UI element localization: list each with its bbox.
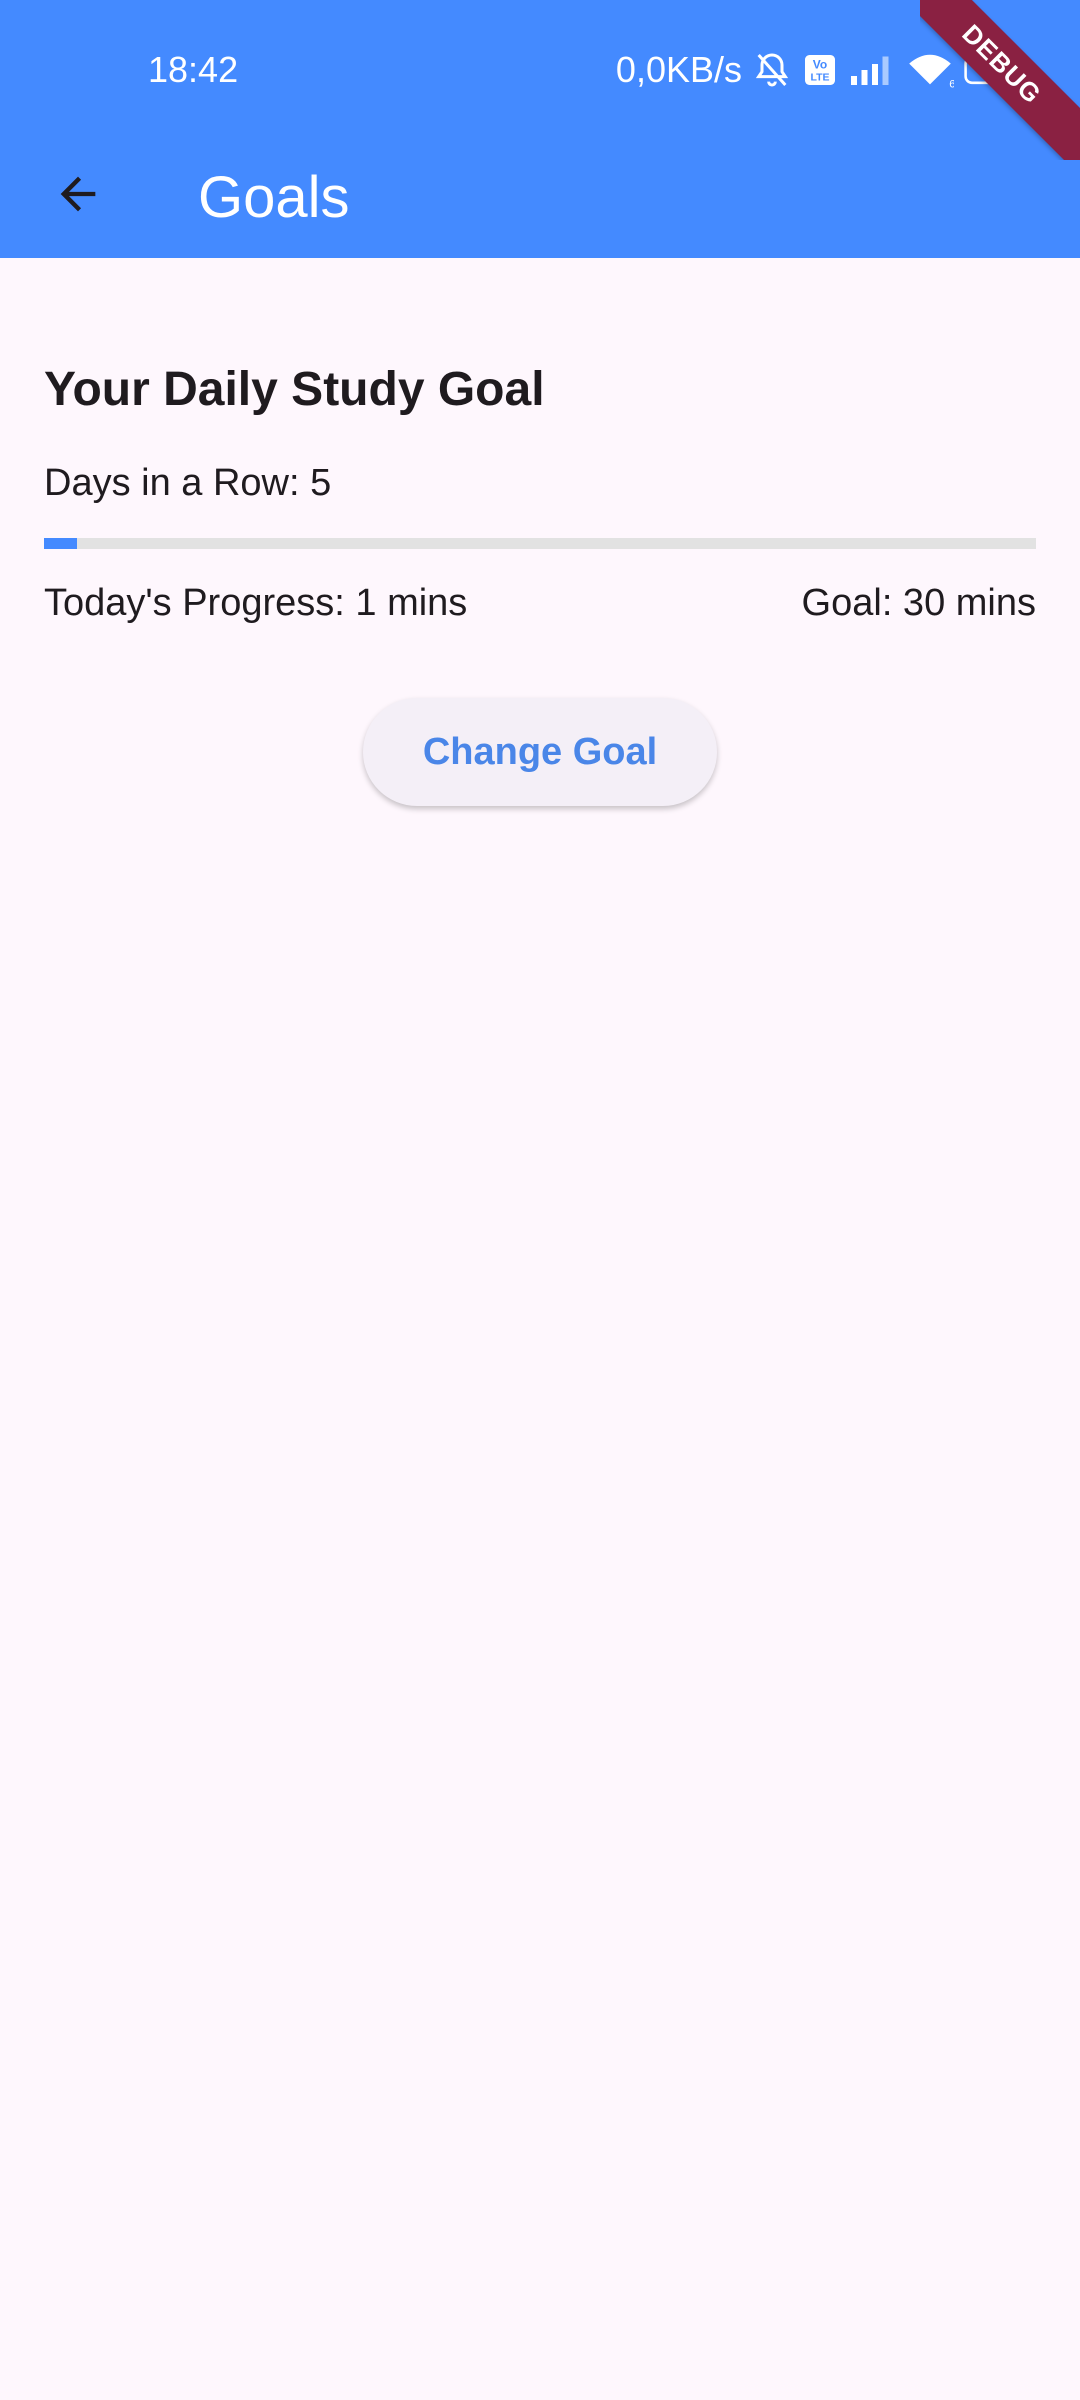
streak-text: Days in a Row: 5	[44, 462, 332, 504]
volte-icon: Vo LTE	[802, 52, 838, 88]
app-bar: Goals	[0, 130, 1080, 258]
back-button[interactable]	[36, 152, 120, 236]
progress-row: Today's Progress: 1 mins Goal: 30 mins	[44, 580, 1036, 626]
status-time: 18:42	[148, 49, 239, 90]
debug-banner-label: DEBUG	[920, 0, 1080, 160]
arrow-left-icon	[52, 168, 104, 220]
progress-text: Today's Progress: 1 mins	[44, 582, 468, 624]
svg-text:LTE: LTE	[810, 72, 829, 84]
status-bar: 18:42 0,0KB/s Vo LTE	[0, 0, 1080, 140]
page-title: Goals	[198, 165, 350, 230]
net-speed: 0,0KB/s	[615, 49, 742, 90]
progress-bar	[44, 538, 1036, 549]
change-goal-button[interactable]: Change Goal	[363, 698, 717, 806]
progress-bar-fill	[44, 538, 78, 549]
bell-muted-icon	[752, 50, 792, 90]
debug-banner: DEBUG	[920, 0, 1080, 160]
goals-screen: 18:42 0,0KB/s Vo LTE Goals DEBUG Your Da…	[0, 0, 1080, 2400]
goal-title: Your Daily Study Goal	[44, 363, 545, 416]
signal-icon	[848, 52, 896, 88]
goal-text: Goal: 30 mins	[801, 582, 1036, 624]
svg-text:Vo: Vo	[813, 58, 827, 72]
